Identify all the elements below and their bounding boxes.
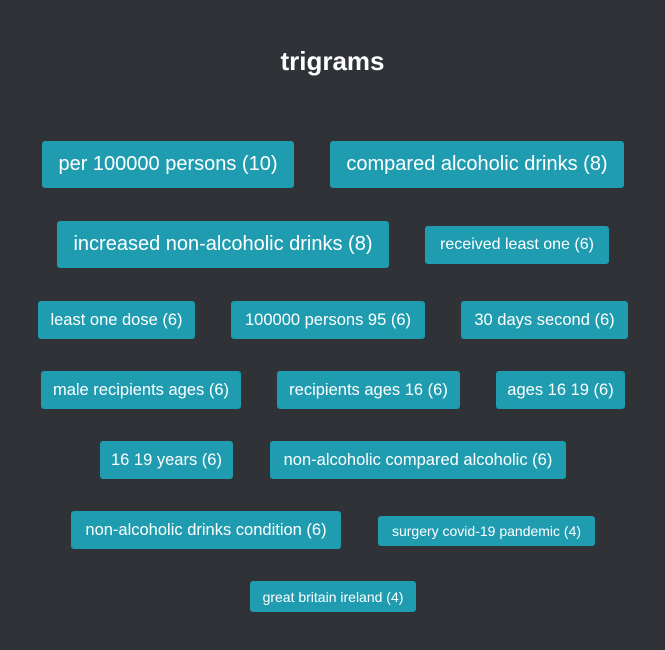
tag-non-alcoholic-compared-alcoholic[interactable]: non-alcoholic compared alcoholic (6) [270,441,566,479]
tag-least-one-dose[interactable]: least one dose (6) [38,301,195,339]
tag-received-least-one[interactable]: received least one (6) [425,226,609,264]
tag-recipients-ages-16[interactable]: recipients ages 16 (6) [277,371,460,409]
tag-compared-alcoholic-drinks[interactable]: compared alcoholic drinks (8) [330,141,624,188]
tag-non-alcoholic-drinks-condition[interactable]: non-alcoholic drinks condition (6) [71,511,341,549]
tag-surgery-covid-19-pandemic[interactable]: surgery covid-19 pandemic (4) [378,516,595,546]
tag-100000-persons-95[interactable]: 100000 persons 95 (6) [231,301,425,339]
tag-per-100000-persons[interactable]: per 100000 persons (10) [42,141,294,188]
tag-16-19-years[interactable]: 16 19 years (6) [100,441,233,479]
tag-ages-16-19[interactable]: ages 16 19 (6) [496,371,625,409]
tag-increased-non-alcoholic-drinks[interactable]: increased non-alcoholic drinks (8) [57,221,389,268]
tag-male-recipients-ages[interactable]: male recipients ages (6) [41,371,241,409]
page-title: trigrams [280,46,385,76]
tag-great-britain-ireland[interactable]: great britain ireland (4) [250,581,416,612]
tag-30-days-second[interactable]: 30 days second (6) [461,301,628,339]
